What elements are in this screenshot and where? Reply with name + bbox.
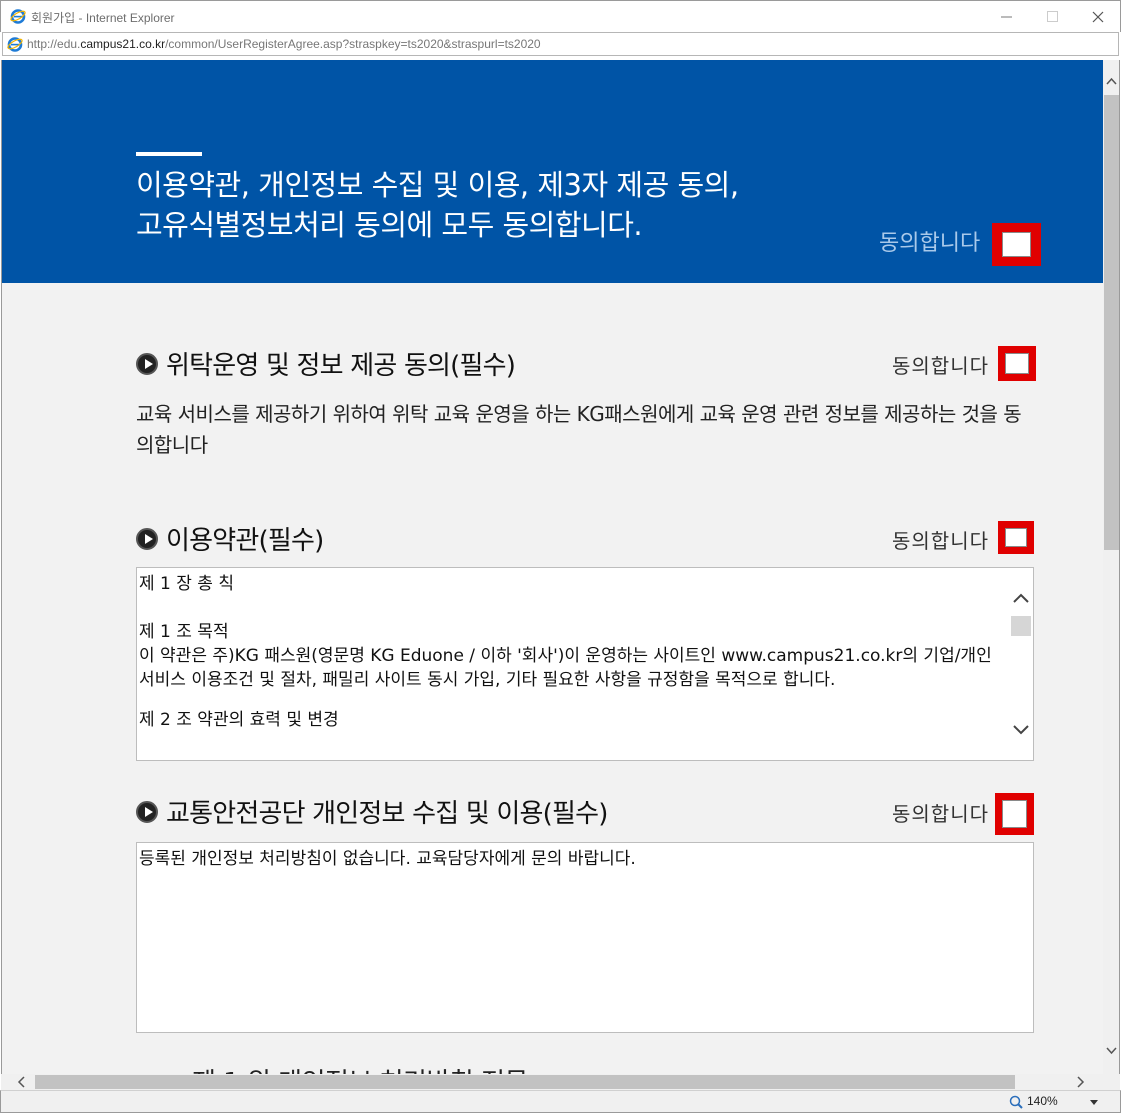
maximize-icon <box>1046 11 1058 22</box>
zoom-dropdown-icon[interactable] <box>1090 1100 1098 1105</box>
section-consignment-header: 위탁운영 및 정보 제공 동의(필수) <box>136 345 516 382</box>
title-bar: 회원가입 - Internet Explorer <box>0 0 1121 32</box>
scroll-right-arrow-icon[interactable] <box>1077 1072 1085 1092</box>
scroll-left-arrow-icon[interactable] <box>17 1072 25 1092</box>
terms-agree-label: 동의합니다 <box>892 529 989 553</box>
partial-section-heading: 제 1 위 개인정보 처리방침 전문 <box>192 1062 528 1074</box>
close-button[interactable] <box>1075 1 1121 32</box>
terms-content: 제 1 장 총 칙 제 1 조 목적 이 약관은 주)KG 패스원(영문명 KG… <box>139 574 992 730</box>
page-horizontal-scrollbar[interactable] <box>1 1074 1103 1090</box>
privacy-textbox[interactable]: 등록된 개인정보 처리방침이 없습니다. 교육담당자에게 문의 바랍니다. <box>136 842 1034 1033</box>
chevron-up-icon[interactable] <box>1009 588 1033 612</box>
maximize-button[interactable] <box>1029 1 1075 32</box>
page-vertical-scrollbar[interactable] <box>1103 60 1120 1074</box>
zoom-level[interactable]: 140% <box>1027 1094 1058 1108</box>
close-icon <box>1092 11 1104 22</box>
section-title: 교통안전공단 개인정보 수집 및 이용(필수) <box>166 799 608 829</box>
agree-all-banner: 이용약관, 개인정보 수집 및 이용, 제3자 제공 동의, 고유식별정보처리 … <box>2 60 1103 283</box>
section-terms-header: 이용약관(필수) <box>136 520 324 557</box>
scroll-thumb[interactable] <box>1011 616 1031 636</box>
scrollbar-corner <box>1103 1074 1120 1090</box>
vertical-scroll-thumb[interactable] <box>1104 95 1119 550</box>
ie-page-icon <box>7 37 23 52</box>
window-title: 회원가입 - Internet Explorer <box>31 11 175 25</box>
consignment-agree-checkbox[interactable] <box>998 346 1036 381</box>
chevron-down-icon[interactable] <box>1009 720 1033 744</box>
consignment-description: 교육 서비스를 제공하기 위하여 위탁 교육 운영을 하는 KG패스원에게 교육… <box>136 402 1022 457</box>
privacy-content: 등록된 개인정보 처리방침이 없습니다. 교육담당자에게 문의 바랍니다. <box>139 849 636 869</box>
url-text: http://edu.campus21.co.kr/common/UserReg… <box>27 37 541 51</box>
agree-all-label: 동의합니다 <box>879 231 981 256</box>
ie-logo-icon <box>10 9 26 24</box>
terms-textbox[interactable]: 제 1 장 총 칙 제 1 조 목적 이 약관은 주)KG 패스원(영문명 KG… <box>136 567 1034 761</box>
arrow-right-icon <box>136 527 158 550</box>
minimize-button[interactable] <box>983 1 1029 32</box>
terms-agree-checkbox[interactable] <box>998 521 1034 554</box>
terms-scrollbar[interactable] <box>1009 568 1033 760</box>
arrow-right-icon <box>136 800 158 823</box>
horizontal-scroll-thumb[interactable] <box>35 1075 1015 1089</box>
section-privacy-header: 교통안전공단 개인정보 수집 및 이용(필수) <box>136 793 608 830</box>
consignment-agree-label: 동의합니다 <box>892 354 989 378</box>
minimize-icon <box>1000 16 1012 18</box>
address-bar[interactable]: http://edu.campus21.co.kr/common/UserReg… <box>2 32 1119 56</box>
arrow-right-icon <box>136 352 158 375</box>
page-viewport: 이용약관, 개인정보 수집 및 이용, 제3자 제공 동의, 고유식별정보처리 … <box>1 60 1103 1074</box>
privacy-agree-label: 동의합니다 <box>892 802 989 826</box>
section-title: 위탁운영 및 정보 제공 동의(필수) <box>166 351 516 381</box>
scroll-down-arrow-icon[interactable] <box>1103 1045 1120 1058</box>
banner-accent-bar <box>136 152 202 156</box>
scroll-up-arrow-icon[interactable] <box>1103 75 1120 88</box>
privacy-agree-checkbox[interactable] <box>995 793 1034 835</box>
section-title: 이용약관(필수) <box>166 526 324 556</box>
zoom-icon <box>1009 1095 1023 1109</box>
agree-all-checkbox[interactable] <box>992 223 1041 266</box>
agree-all-text: 이용약관, 개인정보 수집 및 이용, 제3자 제공 동의, 고유식별정보처리 … <box>136 168 739 242</box>
status-bar: 140% <box>0 1090 1121 1113</box>
